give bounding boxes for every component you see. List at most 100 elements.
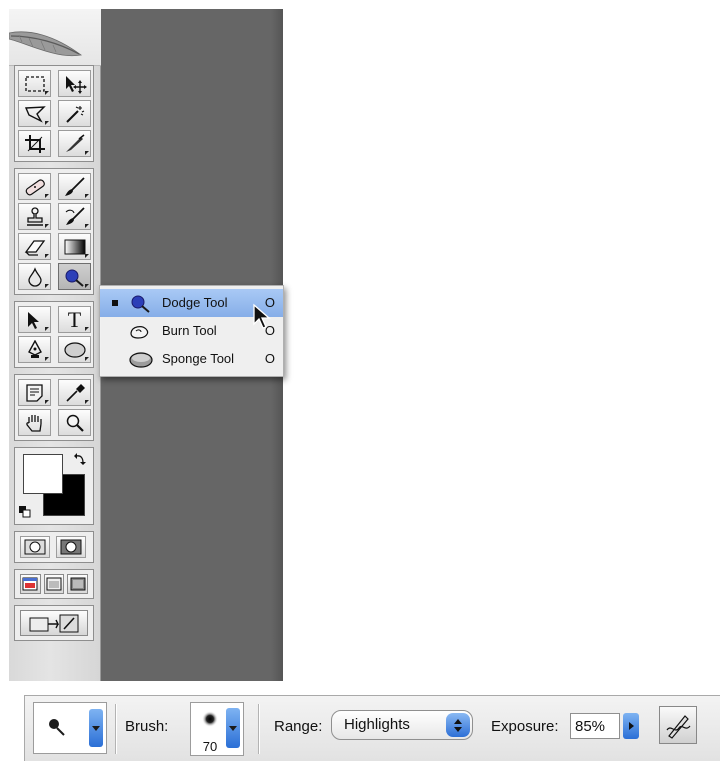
healing-brush-icon xyxy=(25,178,45,195)
options-separator xyxy=(115,704,116,754)
path-selection-tool[interactable] xyxy=(18,306,51,333)
selected-check-icon xyxy=(112,300,118,306)
painting-tool-group xyxy=(14,168,94,295)
standard-screen-mode-button[interactable] xyxy=(20,574,41,594)
brush-tool[interactable] xyxy=(58,173,91,200)
path-selection-icon xyxy=(27,311,39,329)
lasso-tool[interactable] xyxy=(18,100,51,127)
history-brush-icon xyxy=(65,206,85,225)
palette-header[interactable] xyxy=(9,9,101,66)
menu-item-shortcut: O xyxy=(264,351,275,366)
zoom-icon xyxy=(66,414,84,432)
dodge-tool[interactable] xyxy=(58,263,91,290)
notes-tool[interactable] xyxy=(18,379,51,406)
brush-size-value: 70 xyxy=(202,739,218,754)
brush-tip-preview xyxy=(202,711,218,727)
quick-mask-mode-button[interactable] xyxy=(56,536,86,558)
brush-dropdown-arrow[interactable] xyxy=(226,708,240,748)
menu-item-label: Dodge Tool xyxy=(162,295,228,310)
mouse-cursor-icon xyxy=(253,303,271,329)
magic-wand-tool[interactable] xyxy=(58,100,91,127)
tool-preset-dropdown-arrow[interactable] xyxy=(89,709,103,747)
move-tool[interactable] xyxy=(58,70,91,97)
dodge-icon xyxy=(131,295,150,313)
range-selected-value: Highlights xyxy=(344,716,410,733)
rectangular-marquee-icon xyxy=(24,75,45,92)
dodge-icon xyxy=(49,719,65,736)
eyedropper-tool[interactable] xyxy=(58,379,91,406)
edit-mode-group xyxy=(14,531,94,563)
full-screen-menu-icon xyxy=(46,577,62,591)
history-brush-tool[interactable] xyxy=(58,203,91,230)
full-screen-menu-mode-button[interactable] xyxy=(43,574,65,594)
type-tool[interactable]: T xyxy=(58,306,91,333)
tool-preset-picker[interactable] xyxy=(33,702,107,754)
sponge-icon xyxy=(129,352,153,368)
burn-icon xyxy=(130,326,149,339)
jump-to-imageready-icon xyxy=(29,614,79,633)
tool-options-bar: Brush: 70 Range: Highlights Exposure: xyxy=(24,695,720,761)
feather-logo xyxy=(9,31,82,57)
eraser-icon xyxy=(24,239,45,256)
full-screen-mode-button[interactable] xyxy=(67,574,89,594)
crop-tool[interactable] xyxy=(18,130,51,157)
brush-icon xyxy=(64,176,85,196)
pen-tool[interactable] xyxy=(18,336,51,363)
brush-picker[interactable]: 70 xyxy=(190,702,244,756)
range-select[interactable]: Highlights xyxy=(331,710,473,740)
type-icon: T xyxy=(67,306,82,332)
path-tool-group: T xyxy=(14,301,94,368)
menu-item-label: Sponge Tool xyxy=(162,351,235,366)
jump-to-group xyxy=(14,605,94,641)
quick-mask-icon xyxy=(60,539,82,555)
options-separator xyxy=(258,704,259,754)
eraser-tool[interactable] xyxy=(18,233,51,260)
lasso-icon xyxy=(24,105,46,123)
ellipse-shape-tool[interactable] xyxy=(58,336,91,363)
healing-brush-tool[interactable] xyxy=(18,173,51,200)
default-colors-icon[interactable] xyxy=(19,506,31,518)
magic-wand-icon xyxy=(65,105,84,123)
dodge-icon xyxy=(65,269,84,287)
airbrush-icon xyxy=(666,715,691,739)
gradient-icon xyxy=(64,239,85,254)
notes-icon xyxy=(25,383,43,402)
hand-icon xyxy=(25,414,42,432)
menu-item-label: Burn Tool xyxy=(162,323,217,338)
blur-icon xyxy=(27,266,42,287)
clone-stamp-icon xyxy=(26,206,43,226)
exposure-input[interactable] xyxy=(570,713,620,739)
slice-icon xyxy=(65,133,84,152)
pen-icon xyxy=(27,339,42,358)
blur-tool[interactable] xyxy=(18,263,51,290)
foreground-color-swatch[interactable] xyxy=(23,454,63,494)
menu-item-sponge-tool[interactable]: Sponge Tool O xyxy=(100,345,283,373)
clone-stamp-tool[interactable] xyxy=(18,203,51,230)
range-select-arrows[interactable] xyxy=(446,713,470,737)
ellipse-shape-icon xyxy=(63,341,86,358)
tool-palette: T xyxy=(9,9,101,681)
crop-icon xyxy=(24,134,45,153)
slice-tool[interactable] xyxy=(58,130,91,157)
hand-tool[interactable] xyxy=(18,409,51,436)
screen-mode-group xyxy=(14,569,94,599)
rectangular-marquee-tool[interactable] xyxy=(18,70,51,97)
airbrush-toggle-button[interactable] xyxy=(659,706,697,744)
range-label: Range: xyxy=(274,718,323,735)
standard-mode-button[interactable] xyxy=(20,536,50,558)
selection-tool-group xyxy=(14,65,94,162)
toning-tool-flyout-menu: Dodge Tool O Burn Tool O Sponge Tool O xyxy=(99,285,284,377)
gradient-tool[interactable] xyxy=(58,233,91,260)
exposure-slider-arrow[interactable] xyxy=(623,713,639,739)
standard-screen-icon xyxy=(22,577,38,591)
eyedropper-icon xyxy=(65,383,85,402)
color-swatch-group xyxy=(14,447,94,525)
brush-label: Brush: xyxy=(125,718,169,735)
navigation-tool-group xyxy=(14,374,94,441)
full-screen-icon xyxy=(70,577,86,591)
zoom-tool[interactable] xyxy=(58,409,91,436)
swap-colors-icon[interactable] xyxy=(73,452,87,466)
jump-to-imageready-button[interactable] xyxy=(20,610,88,636)
exposure-label: Exposure: xyxy=(491,718,559,735)
standard-mode-icon xyxy=(24,539,46,555)
